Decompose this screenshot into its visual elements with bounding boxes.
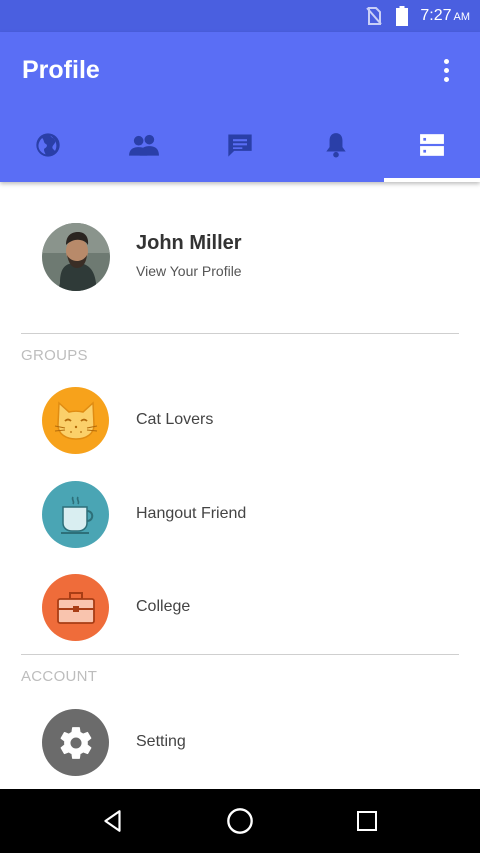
coffee-cup-icon: [42, 481, 109, 548]
tab-notifications[interactable]: [288, 108, 384, 182]
profile-card-icon: [420, 134, 444, 156]
profile-row[interactable]: John Miller View Your Profile: [0, 222, 480, 292]
no-sim-icon: [364, 6, 384, 26]
profile-subtitle: View Your Profile: [136, 263, 242, 279]
avatar: [42, 223, 110, 291]
divider: [21, 654, 459, 655]
divider: [21, 333, 459, 334]
list-item-label: Setting: [136, 733, 186, 750]
list-item-setting[interactable]: Setting: [0, 709, 480, 777]
ampm-text: AM: [453, 11, 471, 23]
bell-icon: [326, 133, 346, 158]
page-title: Profile: [22, 55, 100, 84]
status-time: 7:27 AM: [420, 7, 470, 25]
list-item-label: College: [136, 598, 191, 615]
title-row: Profile: [0, 32, 480, 108]
chat-icon: [228, 134, 252, 157]
tab-bar: [0, 108, 480, 182]
recents-icon[interactable]: [347, 801, 387, 841]
home-icon[interactable]: [220, 801, 260, 841]
profile-content: John Miller View Your Profile GROUPS Cat…: [0, 182, 480, 789]
list-item-hangout-friend[interactable]: Hangout Friend: [0, 481, 480, 549]
list-item-label: Hangout Friend: [136, 505, 247, 522]
briefcase-icon: [42, 574, 109, 641]
globe-icon: [36, 133, 60, 157]
list-item-college[interactable]: College: [0, 574, 480, 642]
back-icon[interactable]: [93, 801, 133, 841]
section-header-groups: GROUPS: [21, 347, 88, 364]
list-item-label: Cat Lovers: [136, 411, 214, 428]
cat-icon: [42, 387, 109, 454]
tab-people[interactable]: [96, 108, 192, 182]
profile-text: John Miller View Your Profile: [136, 232, 242, 279]
list-item-cat-lovers[interactable]: Cat Lovers: [0, 387, 480, 455]
people-icon: [129, 134, 159, 156]
tab-messages[interactable]: [192, 108, 288, 182]
time-text: 7:27: [420, 7, 452, 24]
system-nav-bar: [0, 789, 480, 853]
section-header-account: ACCOUNT: [21, 668, 98, 685]
gear-icon: [42, 709, 109, 776]
tab-explore[interactable]: [0, 108, 96, 182]
status-bar: 7:27 AM: [0, 0, 480, 32]
more-vert-icon[interactable]: [434, 50, 458, 90]
app-bar: Profile: [0, 32, 480, 182]
battery-icon: [392, 6, 412, 26]
tab-profile[interactable]: [384, 108, 480, 182]
profile-name: John Miller: [136, 232, 242, 254]
